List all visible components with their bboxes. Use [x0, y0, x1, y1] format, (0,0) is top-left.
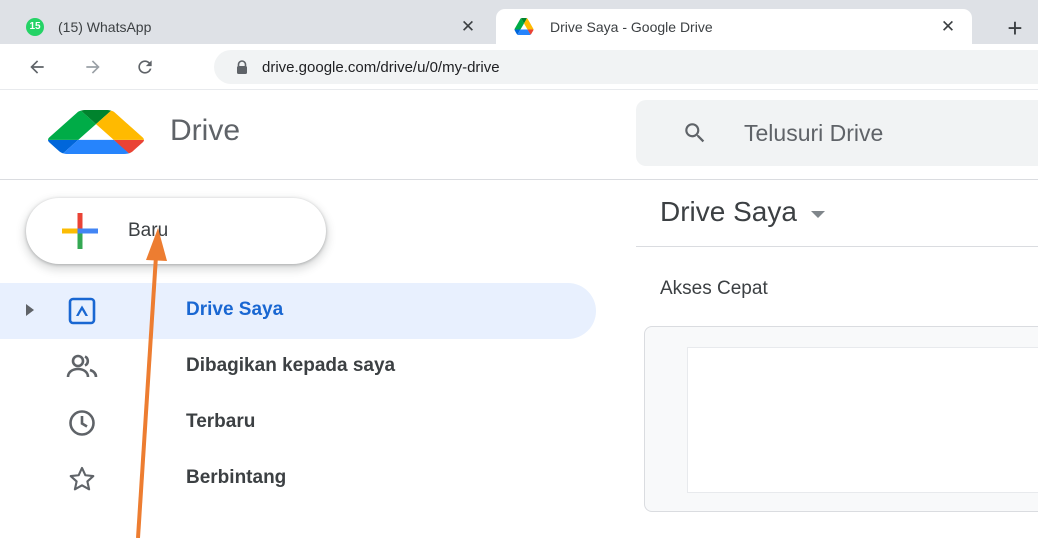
close-icon[interactable]: ✕ [936, 15, 960, 39]
drive-app-name: Drive [170, 114, 241, 147]
browser-tab-strip: 15 (15) WhatsApp ✕ Drive Saya - Google D… [0, 0, 1038, 44]
reload-icon [138, 60, 152, 74]
sidebar-item-label: Berbintang [186, 467, 287, 488]
lock-icon [236, 59, 248, 75]
star-icon [66, 463, 98, 495]
search-input[interactable]: Telusuri Drive [744, 120, 883, 147]
tab-title: Drive Saya - Google Drive [550, 18, 713, 35]
drive-logo-icon[interactable] [48, 110, 144, 154]
tab-title: (15) WhatsApp [58, 18, 152, 35]
file-preview [687, 347, 1038, 493]
arrow-left-icon [30, 60, 44, 74]
page-title: Drive Saya [660, 196, 797, 227]
address-bar: drive.google.com/drive/u/0/my-drive [0, 44, 1038, 90]
reload-button[interactable] [130, 52, 160, 82]
dropdown-arrow-icon[interactable] [810, 210, 825, 218]
arrow-right-icon [86, 60, 100, 74]
tab-whatsapp[interactable]: 15 (15) WhatsApp ✕ [14, 9, 492, 44]
search-box[interactable]: Telusuri Drive [636, 100, 1038, 166]
new-button-label: Baru [128, 220, 169, 241]
sidebar-item-label: Terbaru [186, 411, 256, 432]
url-text: drive.google.com/drive/u/0/my-drive [262, 58, 500, 76]
sidebar-item-drive-saya[interactable]: Drive Saya [0, 283, 596, 339]
close-icon[interactable]: ✕ [456, 15, 480, 39]
new-tab-button[interactable]: + [1000, 13, 1030, 43]
drive-favicon-icon [514, 18, 534, 35]
sidebar-item-recent[interactable]: Terbaru [0, 395, 596, 451]
sidebar-item-starred[interactable]: Berbintang [0, 451, 596, 507]
my-drive-icon [66, 295, 98, 327]
sidebar-item-shared[interactable]: Dibagikan kepada saya [0, 339, 596, 395]
plus-icon [62, 213, 98, 249]
sidebar-item-label: Dibagikan kepada saya [186, 355, 396, 376]
shared-people-icon [66, 351, 98, 383]
new-button[interactable]: Baru [26, 198, 326, 264]
clock-icon [66, 407, 98, 439]
expand-arrow-icon[interactable] [26, 304, 34, 316]
tab-google-drive[interactable]: Drive Saya - Google Drive ✕ [496, 9, 972, 44]
quick-access-heading: Akses Cepat [660, 278, 768, 299]
omnibox[interactable]: drive.google.com/drive/u/0/my-drive [214, 50, 1038, 84]
divider [636, 246, 1038, 247]
drive-header: Drive Telusuri Drive [0, 90, 1038, 180]
forward-button[interactable] [78, 52, 108, 82]
quick-access-card[interactable] [644, 326, 1038, 512]
sidebar-item-label: Drive Saya [186, 299, 284, 320]
back-button[interactable] [22, 52, 52, 82]
search-icon[interactable] [682, 120, 708, 146]
my-drive-title[interactable]: Drive Saya [660, 196, 825, 228]
whatsapp-badge: 15 [26, 17, 44, 36]
